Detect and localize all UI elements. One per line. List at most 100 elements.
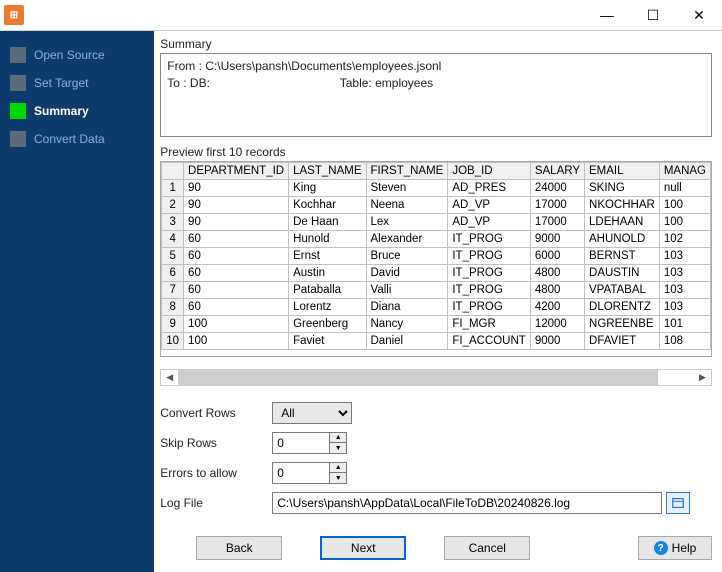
table-cell[interactable]: Greenberg (289, 316, 366, 333)
column-header[interactable]: DEPARTMENT_ID (184, 163, 289, 180)
table-cell[interactable]: Austin (289, 265, 366, 282)
close-button[interactable]: ✕ (676, 0, 722, 30)
table-cell[interactable]: 100 (659, 197, 710, 214)
table-cell[interactable]: 100 (184, 333, 289, 350)
table-cell[interactable]: King (289, 180, 366, 197)
spin-up-icon[interactable]: ▲ (330, 463, 346, 473)
table-cell[interactable]: Daniel (366, 333, 448, 350)
table-cell[interactable]: Bruce (366, 248, 448, 265)
table-row[interactable]: 290KochharNeenaAD_VP17000NKOCHHAR100 (162, 197, 711, 214)
table-row[interactable]: 560ErnstBruceIT_PROG6000BERNST103 (162, 248, 711, 265)
table-cell[interactable]: NKOCHHAR (585, 197, 660, 214)
step-set-target[interactable]: Set Target (0, 69, 154, 97)
table-row[interactable]: 9100GreenbergNancyFI_MGR12000NGREENBE101 (162, 316, 711, 333)
table-cell[interactable]: Kochhar (289, 197, 366, 214)
back-button[interactable]: Back (196, 536, 282, 560)
table-cell[interactable]: 101 (659, 316, 710, 333)
logfile-browse-button[interactable] (666, 492, 690, 514)
table-cell[interactable]: 4200 (530, 299, 584, 316)
horizontal-scrollbar[interactable]: ◀ ▶ (160, 369, 712, 386)
minimize-button[interactable]: — (584, 0, 630, 30)
table-cell[interactable]: 4800 (530, 282, 584, 299)
table-cell[interactable]: 6000 (530, 248, 584, 265)
table-cell[interactable]: VPATABAL (585, 282, 660, 299)
column-header[interactable]: SALARY (530, 163, 584, 180)
help-button[interactable]: ? Help (638, 536, 712, 560)
table-cell[interactable]: IT_PROG (448, 265, 530, 282)
table-cell[interactable]: 17000 (530, 214, 584, 231)
table-row[interactable]: 660AustinDavidIT_PROG4800DAUSTIN103 (162, 265, 711, 282)
column-header[interactable]: LAST_NAME (289, 163, 366, 180)
table-cell[interactable]: Faviet (289, 333, 366, 350)
scroll-thumb[interactable] (178, 370, 658, 385)
table-cell[interactable]: 103 (659, 299, 710, 316)
table-cell[interactable]: Alexander (366, 231, 448, 248)
table-cell[interactable]: Lorentz (289, 299, 366, 316)
table-cell[interactable]: FI_MGR (448, 316, 530, 333)
table-cell[interactable]: SKING (585, 180, 660, 197)
table-cell[interactable]: NGREENBE (585, 316, 660, 333)
table-cell[interactable]: 60 (184, 265, 289, 282)
scroll-left-arrow-icon[interactable]: ◀ (161, 370, 178, 385)
table-cell[interactable]: 103 (659, 248, 710, 265)
step-convert-data[interactable]: Convert Data (0, 125, 154, 153)
table-cell[interactable]: 9000 (530, 231, 584, 248)
table-cell[interactable]: 103 (659, 282, 710, 299)
table-cell[interactable]: 60 (184, 282, 289, 299)
step-open-source[interactable]: Open Source (0, 41, 154, 69)
table-cell[interactable]: AHUNOLD (585, 231, 660, 248)
table-cell[interactable]: 100 (184, 316, 289, 333)
table-row[interactable]: 190KingStevenAD_PRES24000SKINGnull (162, 180, 711, 197)
table-cell[interactable]: Pataballa (289, 282, 366, 299)
table-cell[interactable]: 4800 (530, 265, 584, 282)
step-summary[interactable]: Summary (0, 97, 154, 125)
table-cell[interactable]: AD_PRES (448, 180, 530, 197)
column-header[interactable]: JOB_ID (448, 163, 530, 180)
table-cell[interactable]: DFAVIET (585, 333, 660, 350)
table-cell[interactable]: IT_PROG (448, 248, 530, 265)
table-cell[interactable]: 100 (659, 214, 710, 231)
table-row[interactable]: 10100FavietDanielFI_ACCOUNT9000DFAVIET10… (162, 333, 711, 350)
table-cell[interactable]: Nancy (366, 316, 448, 333)
errors-input[interactable] (272, 462, 330, 484)
table-cell[interactable]: De Haan (289, 214, 366, 231)
table-cell[interactable]: 90 (184, 180, 289, 197)
table-cell[interactable]: 17000 (530, 197, 584, 214)
table-cell[interactable]: 90 (184, 197, 289, 214)
table-row[interactable]: 460HunoldAlexanderIT_PROG9000AHUNOLD102 (162, 231, 711, 248)
column-header[interactable]: FIRST_NAME (366, 163, 448, 180)
table-row[interactable]: 760PataballaValliIT_PROG4800VPATABAL103 (162, 282, 711, 299)
spin-down-icon[interactable]: ▼ (330, 443, 346, 453)
table-cell[interactable]: 103 (659, 265, 710, 282)
table-row[interactable]: 390De HaanLexAD_VP17000LDEHAAN100 (162, 214, 711, 231)
table-cell[interactable]: 12000 (530, 316, 584, 333)
table-cell[interactable]: IT_PROG (448, 231, 530, 248)
table-cell[interactable]: 9000 (530, 333, 584, 350)
table-cell[interactable]: AD_VP (448, 214, 530, 231)
table-cell[interactable]: BERNST (585, 248, 660, 265)
table-cell[interactable]: null (659, 180, 710, 197)
table-cell[interactable]: 108 (659, 333, 710, 350)
table-cell[interactable]: 60 (184, 299, 289, 316)
convert-rows-select[interactable]: All (272, 402, 352, 424)
spin-down-icon[interactable]: ▼ (330, 473, 346, 483)
table-cell[interactable]: LDEHAAN (585, 214, 660, 231)
table-cell[interactable]: 90 (184, 214, 289, 231)
spin-up-icon[interactable]: ▲ (330, 433, 346, 443)
cancel-button[interactable]: Cancel (444, 536, 530, 560)
maximize-button[interactable]: ☐ (630, 0, 676, 30)
table-cell[interactable]: 60 (184, 248, 289, 265)
table-cell[interactable]: Lex (366, 214, 448, 231)
table-row[interactable]: 860LorentzDianaIT_PROG4200DLORENTZ103 (162, 299, 711, 316)
next-button[interactable]: Next (320, 536, 406, 560)
skip-rows-input[interactable] (272, 432, 330, 454)
table-cell[interactable]: Steven (366, 180, 448, 197)
table-cell[interactable]: 102 (659, 231, 710, 248)
table-cell[interactable]: FI_ACCOUNT (448, 333, 530, 350)
table-cell[interactable]: Ernst (289, 248, 366, 265)
table-cell[interactable]: 60 (184, 231, 289, 248)
table-cell[interactable]: IT_PROG (448, 282, 530, 299)
column-header[interactable]: EMAIL (585, 163, 660, 180)
table-cell[interactable]: AD_VP (448, 197, 530, 214)
logfile-input[interactable] (272, 492, 662, 514)
